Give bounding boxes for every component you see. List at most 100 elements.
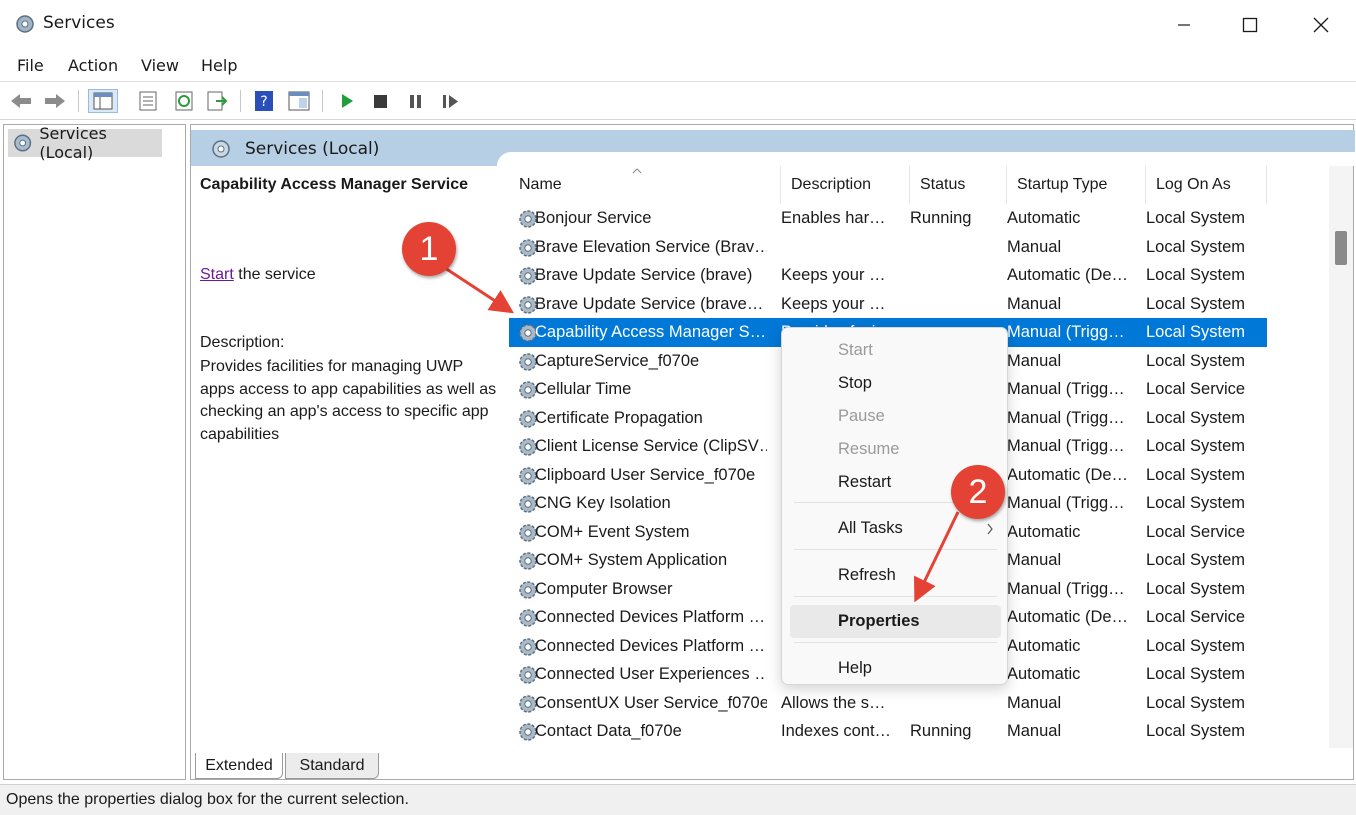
cell-startup: Manual (Trigg… <box>1007 437 1125 455</box>
stop-icon <box>374 95 387 108</box>
menu-view[interactable]: View <box>141 56 179 75</box>
title-bar: Services <box>0 0 1356 50</box>
cell-status <box>910 233 1004 262</box>
cell-startup: Manual <box>1007 693 1062 712</box>
cell-logon: Local System <box>1146 351 1246 370</box>
cell-logon: Local System <box>1146 494 1246 512</box>
cell-logon: Local Service <box>1146 608 1246 626</box>
cell-name: Bonjour Service <box>535 209 652 227</box>
menu-file[interactable]: File <box>17 56 44 75</box>
context-menu-refresh[interactable]: Refresh <box>790 559 1001 592</box>
console-tree-icon <box>93 92 113 110</box>
tab-label: Standard <box>299 756 365 774</box>
minimize-icon <box>1178 24 1190 26</box>
cell-name: Connected Devices Platform … <box>535 636 766 655</box>
sort-ascending-icon <box>632 168 642 174</box>
scrollbar-thumb[interactable] <box>1335 231 1347 265</box>
context-menu-properties[interactable]: Properties <box>790 605 1001 638</box>
forward-button[interactable] <box>42 89 68 113</box>
cell-name: COM+ Event System <box>535 522 690 541</box>
menu-separator <box>794 549 997 550</box>
cell-startup: Manual <box>1007 551 1062 569</box>
menu-separator <box>794 642 997 643</box>
cell-logon: Local Service <box>1146 380 1246 398</box>
cell-logon: Local System <box>1146 636 1246 655</box>
cell-startup: Manual (Trigg… <box>1007 408 1125 427</box>
resume-service-button[interactable] <box>437 89 463 113</box>
services-pane: Services (Local) Capability Access Manag… <box>190 124 1355 780</box>
table-row[interactable]: Brave Elevation Service (Brav… Manual Loca… <box>509 233 1267 262</box>
cell-startup: Manual <box>1007 351 1062 370</box>
services-gear-icon <box>212 140 230 158</box>
cell-name: Contact Data_f070e <box>535 722 682 740</box>
cell-name: Brave Update Service (brave… <box>535 294 764 313</box>
menu-bar: File Action View Help <box>0 50 1356 82</box>
column-header-description[interactable]: Description <box>781 166 910 204</box>
chevron-right-icon <box>987 523 993 535</box>
context-menu-help[interactable]: Help <box>790 652 1001 685</box>
tree-node-services-local[interactable]: Services (Local) <box>8 124 162 162</box>
menu-item-label: Properties <box>838 612 920 630</box>
cell-desc <box>781 233 901 262</box>
annotation-badge-1: 1 <box>402 222 456 276</box>
tab-standard[interactable]: Standard <box>285 753 379 779</box>
column-header-status[interactable]: Status <box>910 166 1007 204</box>
help-button[interactable]: ? <box>251 89 277 113</box>
refresh-button[interactable] <box>171 89 197 113</box>
cell-logon: Local System <box>1146 237 1246 256</box>
tab-extended[interactable]: Extended <box>195 753 283 779</box>
context-menu-pause[interactable]: Pause <box>790 400 1001 433</box>
context-menu-start[interactable]: Start <box>790 334 1001 367</box>
stop-service-button[interactable] <box>367 89 393 113</box>
context-menu-stop[interactable]: Stop <box>790 367 1001 400</box>
table-row[interactable]: Brave Update Service (brave… Keeps your …… <box>509 290 1267 319</box>
annotation-badge-2: 2 <box>951 465 1005 519</box>
cell-startup: Manual <box>1007 722 1062 740</box>
menu-action[interactable]: Action <box>68 56 118 75</box>
cell-name: COM+ System Application <box>535 551 728 569</box>
export-icon <box>207 91 228 111</box>
cell-startup: Automatic <box>1007 636 1081 655</box>
column-header-log-on-as[interactable]: Log On As <box>1146 166 1267 204</box>
minimize-button[interactable] <box>1150 0 1218 50</box>
column-header-name[interactable]: Name <box>509 166 781 204</box>
vertical-scrollbar[interactable] <box>1329 166 1353 748</box>
column-header-label: Description <box>791 176 872 193</box>
cell-status: Running <box>910 209 972 227</box>
close-button[interactable] <box>1287 0 1355 50</box>
properties-view-button[interactable] <box>286 89 312 113</box>
cell-startup: Automatic <box>1007 665 1081 683</box>
show-hide-console-tree-button[interactable] <box>88 89 118 113</box>
menu-item-label: Stop <box>838 374 872 392</box>
cell-startup: Manual (Trigg… <box>1007 380 1125 398</box>
export-button[interactable] <box>204 89 230 113</box>
menu-help[interactable]: Help <box>201 56 237 75</box>
forward-arrow-icon <box>45 94 65 108</box>
tab-label: Extended <box>205 756 273 774</box>
help-icon: ? <box>255 91 273 111</box>
back-button[interactable] <box>8 89 34 113</box>
export-list-button[interactable] <box>135 89 161 113</box>
cell-name: Computer Browser <box>535 579 673 598</box>
toolbar: ? <box>0 82 1356 120</box>
cell-startup: Manual (Trigg… <box>1007 579 1125 598</box>
context-menu-resume[interactable]: Resume <box>790 433 1001 466</box>
maximize-icon <box>1242 17 1258 33</box>
status-bar: Opens the properties dialog box for the … <box>0 784 1356 815</box>
table-row[interactable]: Bonjour Service Enables har… Running Automa… <box>509 204 1267 233</box>
cell-logon: Local System <box>1146 465 1246 484</box>
pause-service-button[interactable] <box>402 89 428 113</box>
table-row[interactable]: Brave Update Service (brave) Keeps your …… <box>509 261 1267 290</box>
selected-service-name: Capability Access Manager Service <box>200 176 468 193</box>
resume-icon <box>443 95 458 108</box>
start-service-button[interactable] <box>334 89 360 113</box>
maximize-button[interactable] <box>1216 0 1284 50</box>
table-row[interactable]: ConsentUX User Service_f070e Allows the s… <box>509 689 1267 718</box>
cell-name: Clipboard User Service_f070e <box>535 465 756 484</box>
column-header-startup-type[interactable]: Startup Type <box>1007 166 1146 204</box>
cell-desc: Enables har… <box>781 209 886 227</box>
cell-startup: Automatic (De… <box>1007 608 1129 626</box>
table-row[interactable]: Contact Data_f070e Indexes cont… Running Ma… <box>509 717 1267 746</box>
cell-logon: Local System <box>1146 266 1246 284</box>
start-service-link[interactable]: Start <box>200 266 234 283</box>
